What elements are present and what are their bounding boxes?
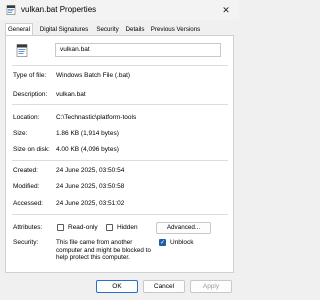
- close-icon: ✕: [222, 4, 230, 15]
- window-title: vulkan.bat Properties: [21, 5, 97, 14]
- batch-file-icon: [16, 44, 28, 57]
- readonly-checkbox[interactable]: [57, 224, 64, 231]
- checkmark-icon: ✓: [160, 240, 166, 246]
- size-on-disk-value: 4.00 KB (4,096 bytes): [56, 146, 119, 153]
- description-label: Description:: [13, 91, 48, 98]
- close-button[interactable]: ✕: [213, 0, 239, 20]
- tab-security[interactable]: Security: [93, 24, 122, 35]
- tab-previous-versions[interactable]: Previous Versions: [148, 24, 203, 35]
- general-panel: vulkan.bat Type of file: Windows Batch F…: [5, 35, 234, 273]
- attributes-label: Attributes:: [13, 224, 43, 231]
- title-bar[interactable]: vulkan.bat Properties ✕: [0, 0, 239, 20]
- created-value: 24 June 2025, 03:50:54: [56, 167, 125, 174]
- modified-value: 24 June 2025, 03:50:58: [56, 183, 125, 190]
- ok-button[interactable]: OK: [96, 280, 138, 293]
- tab-digital-signatures[interactable]: Digital Signatures: [36, 24, 92, 35]
- type-label: Type of file:: [13, 72, 47, 79]
- location-value: C:\Technastic\platform-tools: [56, 114, 137, 121]
- readonly-label[interactable]: Read-only: [68, 224, 98, 231]
- description-value: vulkan.bat: [56, 91, 86, 98]
- accessed-value: 24 June 2025, 03:51:02: [56, 200, 125, 207]
- advanced-button[interactable]: Advanced...: [156, 222, 211, 234]
- properties-dialog: vulkan.bat Properties ✕ General Digital …: [0, 0, 239, 300]
- file-name-input[interactable]: vulkan.bat: [55, 43, 221, 57]
- batch-file-icon: [6, 5, 16, 15]
- separator: [12, 160, 228, 161]
- separator: [12, 104, 228, 105]
- security-label: Security:: [13, 239, 39, 246]
- size-on-disk-label: Size on disk:: [13, 146, 50, 153]
- unblock-label[interactable]: Unblock: [170, 239, 193, 246]
- separator: [12, 214, 228, 215]
- cancel-button[interactable]: Cancel: [143, 280, 185, 293]
- tab-details[interactable]: Details: [123, 24, 147, 35]
- separator: [12, 65, 228, 66]
- unblock-checkbox[interactable]: ✓: [159, 239, 166, 246]
- modified-label: Modified:: [13, 183, 40, 190]
- hidden-label[interactable]: Hidden: [117, 224, 138, 231]
- security-message: This file came from another computer and…: [56, 239, 151, 262]
- hidden-checkbox[interactable]: [106, 224, 113, 231]
- tab-general[interactable]: General: [5, 23, 33, 35]
- size-label: Size:: [13, 130, 28, 137]
- created-label: Created:: [13, 167, 38, 174]
- size-value: 1.86 KB (1,914 bytes): [56, 130, 119, 137]
- location-label: Location:: [13, 114, 40, 121]
- apply-button[interactable]: Apply: [190, 280, 232, 293]
- type-value: Windows Batch File (.bat): [56, 72, 131, 79]
- accessed-label: Accessed:: [13, 200, 43, 207]
